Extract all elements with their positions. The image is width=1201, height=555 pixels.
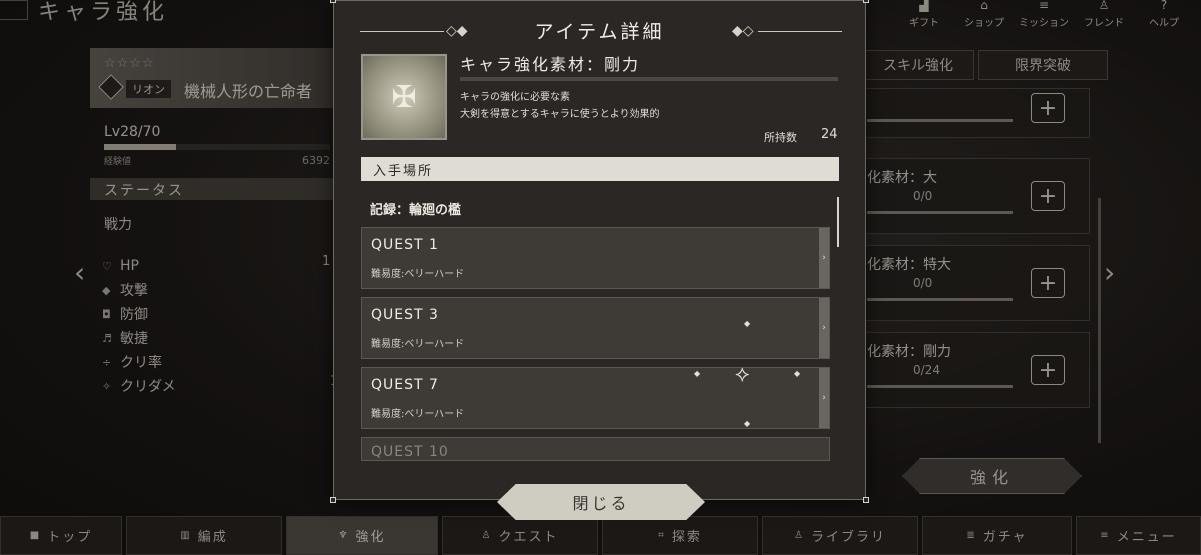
strength-material-icon: ✠: [391, 79, 417, 115]
sparkle-icon: ◆: [744, 319, 751, 328]
sparkle-icon: ◆: [794, 369, 801, 378]
item-name-rule: [460, 77, 838, 81]
title-rule: [758, 31, 842, 32]
owned-count-value: 24: [821, 127, 838, 142]
corner-deco: [863, 0, 869, 3]
item-name: キャラ強化素材：剛力: [460, 55, 641, 74]
chevron-right-icon: ›: [819, 298, 829, 358]
diamond-ornament-icon: ◆◇: [732, 23, 754, 39]
corner-deco: [330, 0, 336, 3]
acquisition-header: 入手場所: [361, 157, 839, 181]
owned-count-label: 所持数: [764, 131, 797, 144]
corner-deco: [330, 497, 336, 503]
item-detail-modal: ◇◆ アイテム詳細 ◆◇ ✠ キャラ強化素材：剛力 キャラの強化に必要な素 大剣…: [330, 0, 869, 520]
quest-item[interactable]: QUEST 10: [361, 437, 830, 461]
close-button[interactable]: 閉じる: [497, 484, 705, 520]
sparkle-icon: ⟡: [735, 362, 750, 387]
corner-deco: [863, 497, 869, 503]
chevron-right-icon: ›: [819, 368, 829, 428]
record-label: 記録：輪廻の檻: [370, 203, 462, 218]
quest-item[interactable]: QUEST 1 難易度:ベリーハード ›: [361, 227, 830, 289]
sparkle-icon: ◆: [744, 419, 751, 428]
sparkle-icon: ◆: [694, 369, 701, 378]
item-thumbnail: ✠: [361, 54, 447, 140]
chevron-right-icon: ›: [819, 228, 829, 288]
quest-item[interactable]: QUEST 7 難易度:ベリーハード ›: [361, 367, 830, 429]
quest-list-scrollbar[interactable]: [837, 197, 839, 247]
quest-item[interactable]: QUEST 3 難易度:ベリーハード ›: [361, 297, 830, 359]
item-description: キャラの強化に必要な素 大剣を得意とするキャラに使うとより効果的: [460, 92, 660, 120]
